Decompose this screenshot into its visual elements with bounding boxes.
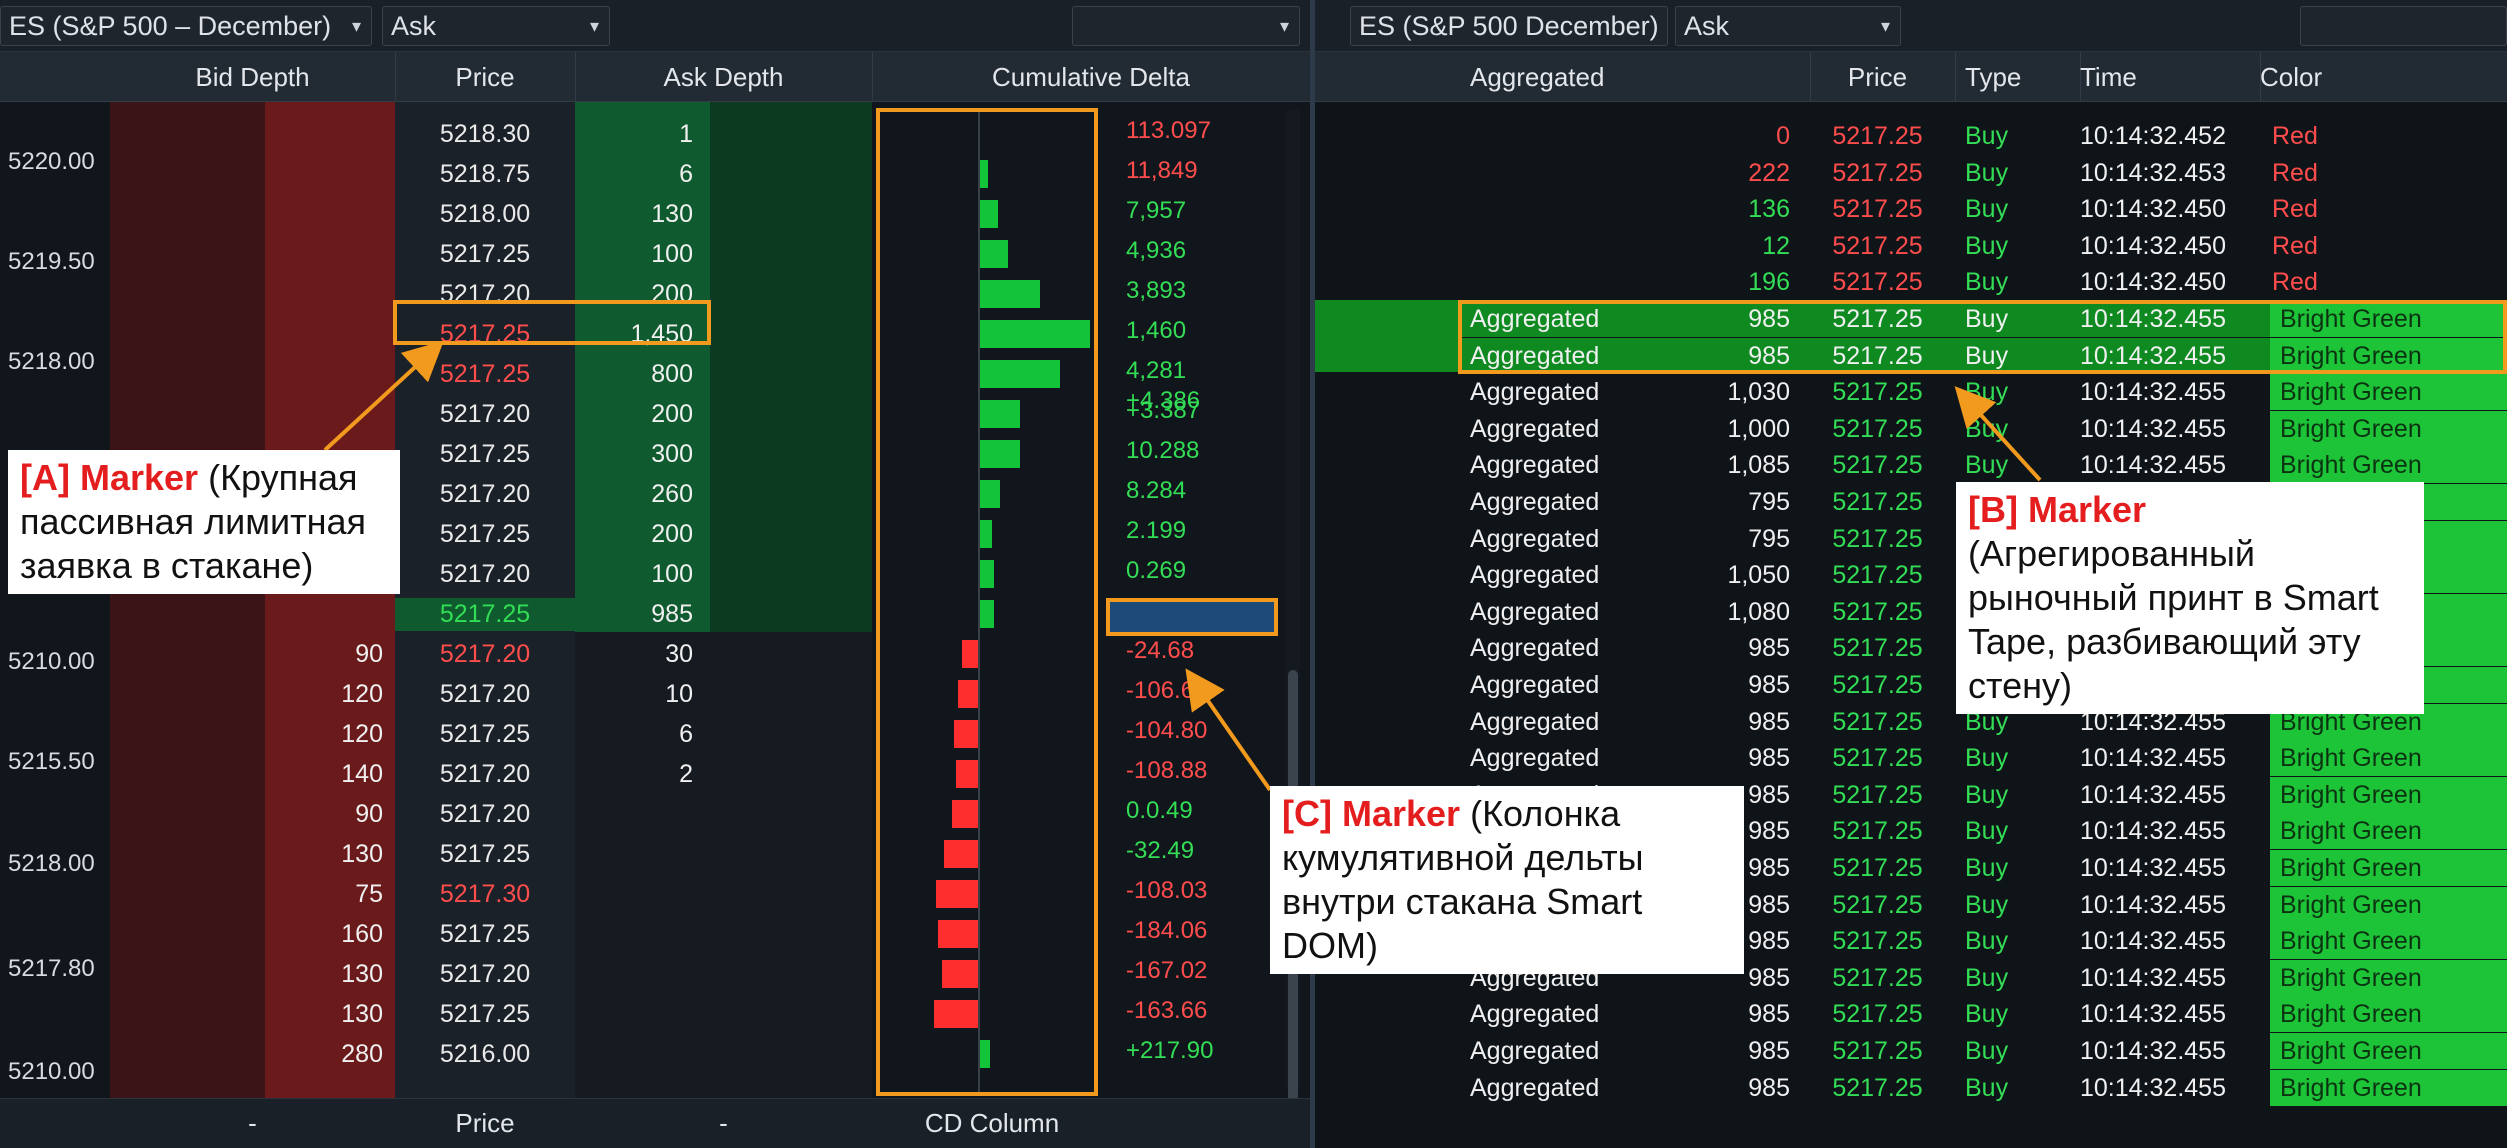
annotation-a: [A] Marker (Крупная пассивная лимитная з… (8, 450, 400, 594)
annotation-a-tag: [A] Marker (20, 457, 199, 498)
annotation-b-text: (Агрегированный рыночный принт в Smart T… (1968, 533, 2379, 706)
annotation-b-tag: [B] Marker (1968, 489, 2147, 530)
annotation-b: [B] Marker (Агрегированный рыночный прин… (1956, 482, 2424, 714)
annotation-c-tag: [C] Marker (1282, 793, 1461, 834)
annotation-c: [C] Marker (Колонка кумулятивной дельты … (1270, 786, 1744, 974)
arrow-c (1185, 668, 1272, 792)
arrow-b (1954, 386, 2042, 482)
arrow-a (323, 340, 444, 452)
